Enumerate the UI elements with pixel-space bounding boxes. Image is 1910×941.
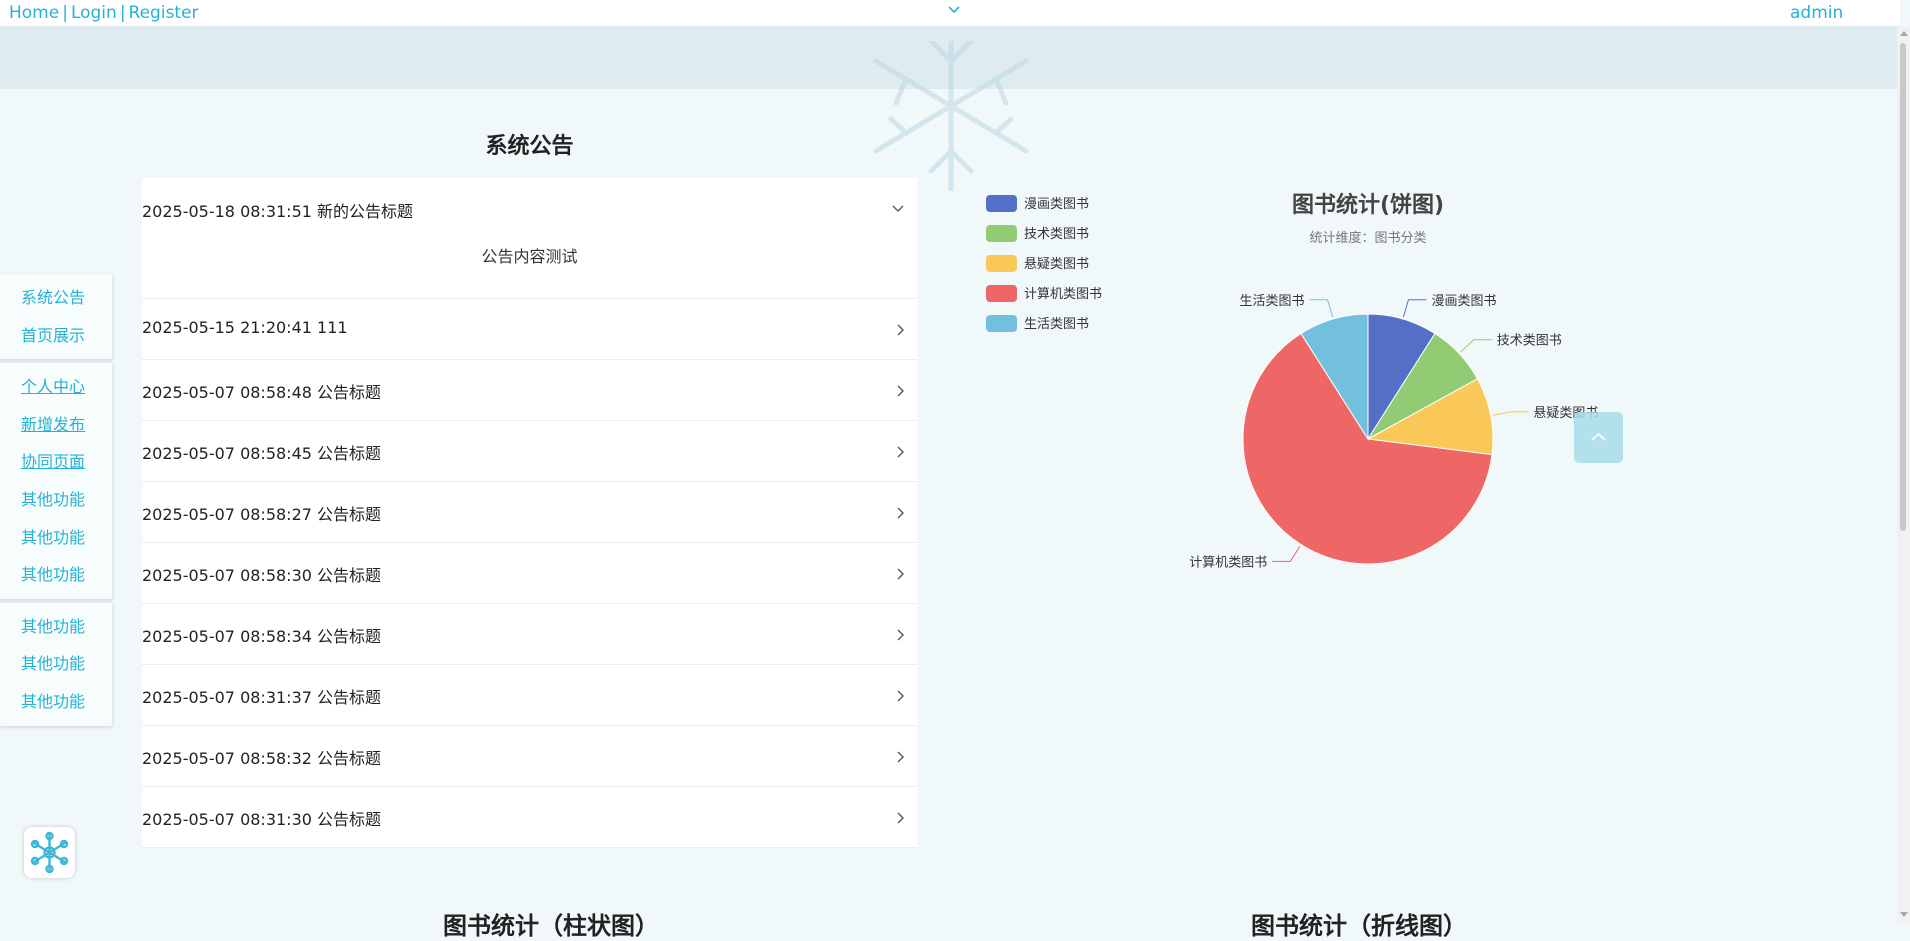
- pie-label-line: [1492, 411, 1529, 416]
- snowflake-logo-icon[interactable]: [24, 827, 75, 878]
- sidebar-item-other[interactable]: 其他功能: [0, 519, 112, 557]
- scroll-down-arrow[interactable]: [1900, 912, 1908, 917]
- sidebar-item-new-post[interactable]: 新增发布: [0, 406, 112, 444]
- sidebar-item-other[interactable]: 其他功能: [0, 481, 112, 519]
- chevron-down-icon[interactable]: [947, 5, 961, 14]
- pie-slice-label: 漫画类图书: [1431, 294, 1496, 309]
- notice-row-text: 2025-05-07 08:58:27 公告标题: [142, 505, 382, 524]
- header-banner: [0, 27, 1900, 191]
- sidebar-item-collab-page[interactable]: 协同页面: [0, 443, 112, 481]
- sidebar-item-other[interactable]: 其他功能: [0, 608, 112, 646]
- notice-row[interactable]: 2025-05-07 08:58:27 公告标题: [142, 482, 917, 543]
- sidebar-item-home-display[interactable]: 首页展示: [0, 317, 112, 355]
- notice-row-text: 2025-05-07 08:58:34 公告标题: [142, 627, 382, 646]
- pie-chart: 图书统计(饼图) 统计维度：图书分类 漫画类图书 技术类图书 悬疑类图书 计算机类图书 生活…: [970, 180, 1630, 600]
- notice-row-text: 2025-05-07 08:58:32 公告标题: [142, 749, 382, 768]
- notice-row[interactable]: 2025-05-18 08:31:51 新的公告标题公告内容测试: [142, 178, 917, 299]
- pie-label-line: [1402, 299, 1427, 318]
- sidebar-item-other[interactable]: 其他功能: [0, 645, 112, 683]
- notice-row[interactable]: 2025-05-07 08:58:30 公告标题: [142, 543, 917, 604]
- legend-label: 生活类图书: [1024, 317, 1089, 332]
- nav-separator: |: [119, 3, 126, 23]
- notice-row-text: 2025-05-18 08:31:51 新的公告标题: [142, 202, 414, 221]
- chevron-right-icon[interactable]: [896, 567, 905, 581]
- chevron-down-icon[interactable]: [891, 204, 905, 213]
- chevron-right-icon[interactable]: [896, 750, 905, 764]
- snowflake-decoration-icon: [873, 41, 1029, 191]
- legend-label: 悬疑类图书: [1024, 256, 1089, 272]
- notice-row-text: 2025-05-07 08:31:37 公告标题: [142, 688, 382, 707]
- snowflake-logo-graphic: [30, 831, 69, 874]
- chevron-right-icon[interactable]: [896, 811, 905, 825]
- nav-register-link[interactable]: Register: [129, 3, 199, 23]
- sidebar-group: 系统公告 首页展示: [0, 274, 112, 360]
- notice-row-text: 2025-05-07 08:31:30 公告标题: [142, 810, 382, 829]
- chevron-right-icon[interactable]: [896, 628, 905, 642]
- chart-title: 图书统计(饼图): [1292, 192, 1444, 218]
- chevron-right-icon[interactable]: [896, 506, 905, 520]
- sidebar-item-other[interactable]: 其他功能: [0, 683, 112, 721]
- scroll-thumb[interactable]: [1900, 43, 1906, 531]
- pie-label-line: [1309, 299, 1334, 318]
- chevron-right-icon[interactable]: [896, 689, 905, 703]
- notice-row[interactable]: 2025-05-07 08:58:32 公告标题: [142, 726, 917, 787]
- sidebar-item-personal-center[interactable]: 个人中心: [0, 368, 112, 406]
- pie-slice-label: 计算机类图书: [1189, 555, 1267, 570]
- top-navbar: Home | Login | Register admin: [0, 0, 1900, 27]
- bar-chart-section-title: 图书统计（柱状图）: [443, 912, 659, 940]
- nav-separator: |: [62, 3, 68, 23]
- nav-login-link[interactable]: Login: [71, 3, 117, 23]
- notice-row-text: 2025-05-15 21:20:41 111: [142, 318, 348, 337]
- sidebar-group: 个人中心 新增发布 协同页面 其他功能 其他功能 其他功能: [0, 363, 112, 599]
- legend-label: 技术类图书: [1024, 227, 1089, 242]
- notice-row-text: 2025-05-07 08:58:30 公告标题: [142, 566, 382, 585]
- pie-label-line: [1272, 545, 1301, 562]
- back-to-top-button[interactable]: [1574, 412, 1623, 463]
- sidebar-menu: 系统公告 首页展示 个人中心 新增发布 协同页面 其他功能 其他功能 其他功能 …: [0, 274, 112, 730]
- legend-swatch: [986, 285, 1017, 302]
- chart-subtitle: 统计维度：图书分类: [1309, 230, 1426, 246]
- notice-row[interactable]: 2025-05-07 08:31:30 公告标题: [142, 787, 917, 848]
- pie-label-line: [1460, 339, 1492, 353]
- notice-row[interactable]: 2025-05-07 08:58:34 公告标题: [142, 604, 917, 665]
- chevron-right-icon[interactable]: [896, 384, 905, 398]
- sidebar-item-notice[interactable]: 系统公告: [0, 279, 112, 317]
- notice-row[interactable]: 2025-05-15 21:20:41 111: [142, 299, 917, 360]
- notice-row-text: 2025-05-07 08:58:45 公告标题: [142, 444, 382, 463]
- sidebar-item-other[interactable]: 其他功能: [0, 556, 112, 594]
- notice-list: 2025-05-18 08:31:51 新的公告标题 公告内容测试 2025-05-…: [142, 178, 917, 848]
- chevron-up-icon: [1591, 432, 1606, 441]
- sidebar-group: 其他功能 其他功能 其他功能: [0, 602, 112, 726]
- notice-row-text: 2025-05-07 08:58:48 公告标题: [142, 383, 382, 402]
- top-nav-links: Home | Login | Register: [9, 3, 199, 23]
- chevron-right-icon[interactable]: [896, 323, 905, 337]
- legend-swatch: [986, 255, 1017, 272]
- notice-content: 公告内容测试: [481, 247, 578, 266]
- user-name[interactable]: admin: [1790, 3, 1843, 23]
- legend-label: 计算机类图书: [1024, 287, 1102, 302]
- nav-home-link[interactable]: Home: [9, 3, 59, 23]
- scroll-up-arrow[interactable]: [1900, 31, 1908, 36]
- chevron-right-icon[interactable]: [896, 445, 905, 459]
- legend-swatch: [986, 195, 1017, 212]
- page-scrollbar[interactable]: [1897, 27, 1910, 923]
- notice-section-title: 系统公告: [485, 134, 574, 159]
- notice-row[interactable]: 2025-05-07 08:31:37 公告标题: [142, 665, 917, 726]
- pie-chart-svg: 图书统计(饼图)统计维度：图书分类漫画类图书技术类图书悬疑类图书计算机类图书生活…: [986, 192, 1598, 570]
- legend-swatch: [986, 315, 1017, 332]
- pie-slice-label: 生活类图书: [1240, 294, 1305, 309]
- legend-label: 漫画类图书: [1024, 197, 1089, 212]
- notice-row[interactable]: 2025-05-07 08:58:45 公告标题: [142, 421, 917, 482]
- line-chart-section-title: 图书统计（折线图）: [1251, 912, 1467, 940]
- pie-slice-label: 技术类图书: [1497, 334, 1562, 349]
- notice-row[interactable]: 2025-05-07 08:58:48 公告标题: [142, 360, 917, 421]
- legend-swatch: [986, 225, 1017, 242]
